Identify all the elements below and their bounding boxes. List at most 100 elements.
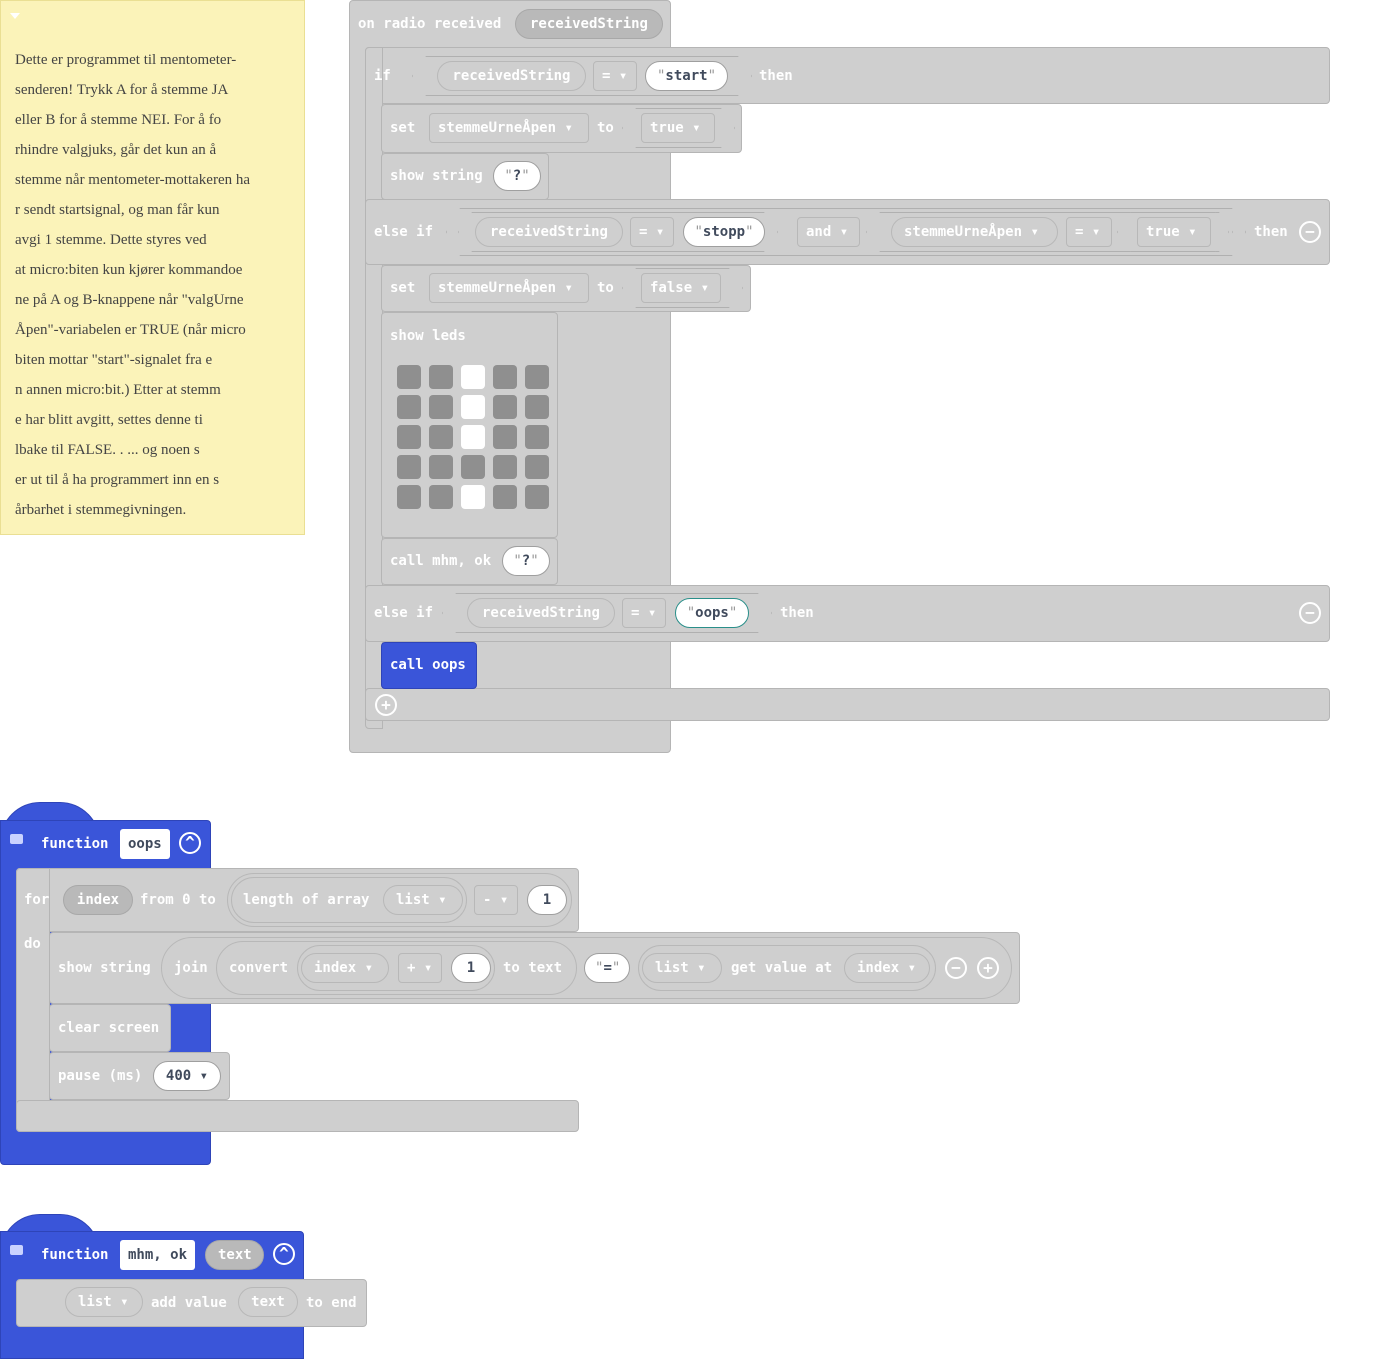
true-dropdown-2[interactable]: true ▾ bbox=[1137, 217, 1211, 247]
show-string-label: show string bbox=[390, 168, 483, 184]
if-keyword: if bbox=[374, 68, 391, 84]
index-var-dropdown-2[interactable]: index ▾ bbox=[844, 953, 930, 983]
eq-operator-dropdown-3[interactable]: = ▾ bbox=[1066, 217, 1112, 247]
led-cell[interactable] bbox=[397, 455, 421, 479]
else-if-keyword: else if bbox=[374, 224, 434, 240]
list-var-dropdown[interactable]: list ▾ bbox=[383, 885, 463, 915]
and-dropdown[interactable]: and ▾ bbox=[797, 217, 860, 247]
collapse-up-icon[interactable]: ^ bbox=[179, 832, 201, 854]
state-var-pill[interactable]: stemmeUrneÅpen ▾ bbox=[891, 217, 1058, 247]
then-keyword-2: then bbox=[1254, 224, 1288, 240]
comment-line: stemme når mentometer-mottakeren ha bbox=[15, 172, 251, 188]
for-keyword: for bbox=[24, 892, 50, 908]
var-received-string-3[interactable]: receivedString bbox=[467, 598, 615, 628]
led-cell[interactable] bbox=[429, 395, 453, 419]
literal-question[interactable]: "?" bbox=[493, 161, 541, 191]
led-cell[interactable] bbox=[525, 455, 549, 479]
led-cell[interactable] bbox=[429, 425, 453, 449]
function-keyword-2: function bbox=[41, 1247, 109, 1263]
led-cell[interactable] bbox=[493, 485, 517, 509]
led-cell[interactable] bbox=[493, 455, 517, 479]
add-value-label: add value bbox=[151, 1295, 227, 1311]
add-join-item-icon[interactable]: + bbox=[977, 957, 999, 979]
pause-value-dropdown[interactable]: 400 ▾ bbox=[153, 1061, 221, 1091]
comment-line: lbake til FALSE. . ... og noen s bbox=[15, 442, 200, 458]
add-else-if-icon[interactable]: + bbox=[375, 694, 397, 716]
var-received-string-2[interactable]: receivedString bbox=[475, 217, 623, 247]
list-var-dropdown-3[interactable]: list ▾ bbox=[65, 1287, 143, 1317]
comment-note[interactable]: Dette er programmet til mentometer-sende… bbox=[0, 0, 305, 535]
literal-question-2[interactable]: "?" bbox=[502, 546, 550, 576]
join-label: join bbox=[174, 960, 208, 976]
led-cell[interactable] bbox=[461, 395, 485, 419]
led-cell[interactable] bbox=[493, 365, 517, 389]
led-cell[interactable] bbox=[429, 455, 453, 479]
led-cell[interactable] bbox=[461, 485, 485, 509]
minus-dropdown[interactable]: - ▾ bbox=[474, 885, 518, 915]
literal-oops[interactable]: "oops" bbox=[675, 598, 749, 628]
remove-join-item-icon[interactable]: − bbox=[945, 957, 967, 979]
comment-line: rhindre valgjuks, går det kun an å bbox=[15, 142, 217, 158]
pause-label: pause (ms) bbox=[58, 1068, 143, 1084]
remove-else-if-icon[interactable]: − bbox=[1299, 221, 1321, 243]
led-cell[interactable] bbox=[461, 365, 485, 389]
led-cell[interactable] bbox=[493, 425, 517, 449]
received-string-param[interactable]: receivedString bbox=[515, 9, 663, 39]
remove-else-if-icon-2[interactable]: − bbox=[1299, 602, 1321, 624]
literal-stopp[interactable]: "stopp" bbox=[683, 217, 765, 247]
led-cell[interactable] bbox=[429, 365, 453, 389]
function-name-oops[interactable]: oops bbox=[120, 829, 170, 859]
text-var[interactable]: text bbox=[238, 1287, 298, 1317]
state-var-dropdown[interactable]: stemmeUrneÅpen ▾ bbox=[429, 113, 589, 143]
param-text[interactable]: text bbox=[205, 1240, 264, 1270]
comment-line: n annen micro:bit.) Etter at stemm bbox=[15, 382, 221, 398]
comment-icon-2[interactable] bbox=[10, 1245, 23, 1255]
led-cell[interactable] bbox=[397, 365, 421, 389]
led-cell[interactable] bbox=[525, 485, 549, 509]
comment-line: avgi 1 stemme. Dette styres ved bbox=[15, 232, 207, 248]
eq-operator-dropdown-4[interactable]: = ▾ bbox=[622, 598, 666, 628]
number-one-2[interactable]: 1 bbox=[451, 953, 491, 983]
else-if-keyword-2: else if bbox=[374, 605, 434, 621]
led-cell[interactable] bbox=[525, 425, 549, 449]
true-dropdown[interactable]: true ▾ bbox=[641, 113, 715, 143]
index-var-dropdown[interactable]: index ▾ bbox=[301, 953, 389, 983]
led-cell[interactable] bbox=[525, 365, 549, 389]
list-var-dropdown-2[interactable]: list ▾ bbox=[642, 953, 722, 983]
led-cell[interactable] bbox=[397, 395, 421, 419]
eq-operator-dropdown[interactable]: = ▾ bbox=[593, 61, 637, 91]
led-cell[interactable] bbox=[461, 455, 485, 479]
comment-icon[interactable] bbox=[10, 834, 23, 844]
led-cell[interactable] bbox=[397, 485, 421, 509]
to-text-label: to text bbox=[503, 960, 563, 976]
from-to-label: from 0 to bbox=[140, 892, 216, 908]
function-name-mhm-ok[interactable]: mhm, ok bbox=[120, 1240, 196, 1270]
number-one[interactable]: 1 bbox=[527, 885, 567, 915]
comment-collapse-icon[interactable] bbox=[10, 13, 20, 19]
led-cell[interactable] bbox=[525, 395, 549, 419]
call-mhm-ok-label: call mhm, ok bbox=[390, 553, 492, 569]
to-keyword-2: to bbox=[597, 280, 614, 296]
literal-start[interactable]: "start" bbox=[645, 61, 728, 91]
var-received-string[interactable]: receivedString bbox=[437, 61, 586, 91]
collapse-up-icon-2[interactable]: ^ bbox=[273, 1243, 295, 1265]
literal-equals[interactable]: "=" bbox=[584, 953, 630, 983]
for-index-var[interactable]: index bbox=[63, 885, 133, 915]
then-keyword: then bbox=[759, 68, 793, 84]
led-cell[interactable] bbox=[461, 425, 485, 449]
led-cell[interactable] bbox=[397, 425, 421, 449]
led-cell[interactable] bbox=[429, 485, 453, 509]
clear-screen-label: clear screen bbox=[58, 1020, 160, 1036]
length-of-array-label: length of array bbox=[243, 892, 370, 908]
comment-line: e har blitt avgitt, settes denne ti bbox=[15, 412, 203, 428]
comment-line: Åpen"-variabelen er TRUE (når micro bbox=[15, 322, 246, 338]
show-leds-label: show leds bbox=[390, 328, 466, 344]
led-grid[interactable] bbox=[397, 365, 553, 515]
false-dropdown[interactable]: false ▾ bbox=[641, 273, 721, 303]
plus-dropdown[interactable]: + ▾ bbox=[398, 953, 442, 983]
led-cell[interactable] bbox=[493, 395, 517, 419]
eq-operator-dropdown-2[interactable]: = ▾ bbox=[630, 217, 674, 247]
comment-line: Dette er programmet til mentometer- bbox=[15, 52, 237, 68]
to-keyword: to bbox=[597, 120, 614, 136]
state-var-dropdown-2[interactable]: stemmeUrneÅpen ▾ bbox=[429, 273, 589, 303]
